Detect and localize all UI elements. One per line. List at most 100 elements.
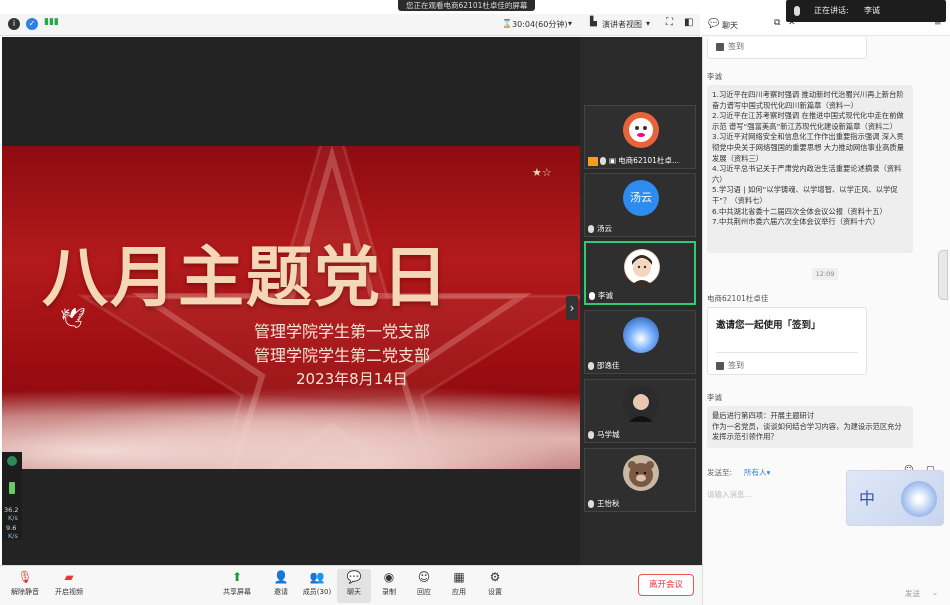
chat-sender: 李诚	[707, 72, 722, 81]
participant-tile[interactable]: 王怡秋	[584, 448, 696, 512]
invite-button[interactable]: 👤 邀请	[264, 569, 298, 597]
audio-level-icon	[9, 482, 15, 494]
signal-icon[interactable]: ▮▮▮	[44, 17, 59, 27]
chat-sender: 李诚	[707, 393, 722, 402]
screen-share-icon: ▣	[609, 156, 617, 165]
members-icon: 👥	[309, 570, 325, 584]
message-line: 7.中共荆州市委六届六次全体会议举行（资料十六）	[712, 217, 880, 227]
mic-muted-icon	[588, 500, 594, 508]
mic-muted-icon	[588, 225, 594, 233]
split-view-icon[interactable]: ◧	[684, 17, 693, 28]
avatar	[623, 317, 659, 353]
gear-icon: ⚙	[489, 570, 501, 584]
slide-date: 2023年8月14日	[296, 370, 408, 388]
mic-muted-icon	[588, 431, 594, 439]
network-stats: 36.2 K/s 9.6 K/s	[2, 452, 22, 540]
fullscreen-icon[interactable]: ⛶	[666, 17, 673, 28]
members-button[interactable]: 👥 成员(30)	[300, 569, 334, 597]
reaction-button[interactable]: ☺ 回应	[407, 569, 441, 597]
leave-meeting-button[interactable]: 离开会议	[638, 574, 694, 596]
info-icon[interactable]: i	[8, 18, 20, 30]
avatar	[623, 112, 659, 148]
popout-icon[interactable]: ⧉	[774, 18, 780, 28]
send-button[interactable]: 发送	[905, 588, 920, 599]
participant-tile[interactable]: 马学城	[584, 379, 696, 443]
participant-tile[interactable]: ▣ 电商62101杜卓...	[584, 105, 696, 169]
chat-timestamp: 12:09	[812, 268, 838, 280]
chat-icon: 💬	[708, 19, 720, 29]
download-unit: K/s	[8, 532, 18, 540]
participant-name: 李诚	[598, 291, 613, 300]
signin-link[interactable]: 签到	[716, 360, 744, 371]
record-icon: ◉	[383, 570, 395, 584]
chat-message[interactable]: 最后进行第四项：开展主题研讨 作为一名党员，谈谈如何结合学习内容，为建设示范区充…	[707, 406, 913, 448]
banner-text: 您正在观看电商62101杜卓佳的屏幕	[398, 0, 536, 11]
signin-link[interactable]: 签到	[716, 41, 744, 52]
shared-slide: ★☆ 八月主题党日 🕊 管理学院学生第一党支部 管理学院学生第二党支部 2023…	[2, 146, 580, 469]
side-handle[interactable]	[938, 250, 948, 300]
chat-button[interactable]: 💬 聊天	[337, 569, 371, 603]
mic-icon	[794, 6, 800, 16]
host-icon	[588, 156, 598, 166]
mic-muted-icon	[588, 362, 594, 370]
send-to-select[interactable]: 所有人▾	[744, 467, 770, 478]
signin-invite-card[interactable]: 邀请您一起使用「签到」 签到	[707, 307, 867, 375]
network-status-icon	[7, 456, 17, 466]
signin-card-top: 签到	[707, 37, 867, 59]
ime-icon: 中	[859, 489, 876, 508]
record-button[interactable]: ◉ 录制	[372, 569, 406, 597]
timer-icon: ⌛	[502, 19, 512, 28]
view-mode-select[interactable]: 演讲者视图	[602, 19, 642, 30]
divider	[716, 352, 858, 353]
meeting-timer[interactable]: 30:04(60分钟)	[512, 19, 567, 30]
chat-message[interactable]: 1.习近平在四川考察时强调 推动新时代治蜀兴川再上新台阶 奋力谱写中国式现代化四…	[707, 85, 913, 253]
mic-on-icon	[589, 292, 595, 300]
message-line: 5.学习语 | 如何“以学铸魂、以学增智、以学正风、以学促干”？（资料七）	[712, 185, 898, 205]
star-decoration: ★☆	[532, 166, 552, 179]
message-line: 4.习近平总书记关于严肃党内政治生活重要论述摘录（资料六）	[712, 164, 902, 184]
dove-icon: 🕊	[60, 306, 86, 330]
meeting-toolbar: 🎙 解除静音 ▰ 开启视频 ⬆ 共享屏幕 👤 邀请 👥 成员(30) 💬 聊天 ◉ 录制 ☺ 回…	[0, 565, 702, 605]
chat-tab[interactable]: 聊天	[722, 20, 738, 31]
collapse-gallery-button[interactable]: ›	[566, 296, 578, 320]
upload-rate: 36.2	[4, 506, 19, 514]
participant-tile-active-speaker[interactable]: 李诚	[584, 241, 696, 305]
participant-tile[interactable]: 汤云 汤云	[584, 173, 696, 237]
speaking-indicator: 正在讲话: 李诚	[786, 0, 946, 22]
chevron-down-icon[interactable]: ▾	[568, 19, 572, 28]
chevron-down-icon[interactable]: ▾	[646, 19, 650, 28]
participant-name: 邵逸佳	[597, 361, 620, 370]
settings-button[interactable]: ⚙ 设置	[478, 569, 512, 597]
participant-name: 汤云	[597, 224, 612, 233]
speaking-name: 李诚	[864, 6, 880, 15]
apps-icon: ▦	[453, 570, 465, 584]
card-title: 邀请您一起使用「签到」	[716, 320, 821, 331]
avatar	[624, 249, 660, 285]
avatar	[623, 455, 659, 491]
share-screen-button[interactable]: ⬆ 共享屏幕	[220, 569, 254, 597]
mascot-avatar	[901, 481, 937, 517]
mic-muted-icon: 🎙	[17, 570, 33, 584]
download-rate: 9.6	[6, 524, 17, 532]
chevron-down-icon[interactable]: ⌄	[932, 588, 938, 597]
upload-unit: K/s	[8, 514, 18, 522]
participant-name: 电商62101杜卓...	[618, 156, 680, 165]
avatar: 汤云	[623, 180, 659, 216]
unmute-button[interactable]: 🎙 解除静音	[8, 569, 42, 597]
floating-ime-widget[interactable]: 中	[846, 470, 944, 526]
meeting-topbar: i ✓ ▮▮▮ ⌛ 30:04(60分钟) ▾ ▙ 演讲者视图 ▾ ⛶ ◧	[0, 14, 700, 36]
chat-input[interactable]: 请输入消息...	[707, 489, 752, 500]
message-line: 1.习近平在四川考察时强调 推动新时代治蜀兴川再上新台阶 奋力谱写中国式现代化四…	[712, 90, 907, 110]
layout-icon: ▙	[590, 17, 597, 27]
participant-tile[interactable]: 邵逸佳	[584, 310, 696, 374]
message-text: 最后进行第四项：开展主题研讨 作为一名党员，谈谈如何结合学习内容，为建设示范区充…	[712, 411, 902, 442]
mic-muted-icon	[600, 157, 606, 165]
chat-icon: 💬	[346, 570, 362, 584]
video-off-icon: ▰	[64, 570, 74, 584]
participant-name: 王怡秋	[597, 499, 620, 508]
start-video-button[interactable]: ▰ 开启视频	[52, 569, 86, 597]
security-shield-icon[interactable]: ✓	[26, 18, 38, 30]
send-to-label: 发送至:	[707, 468, 733, 477]
slide-title: 八月主题党日	[42, 238, 450, 316]
apps-button[interactable]: ▦ 应用	[442, 569, 476, 597]
